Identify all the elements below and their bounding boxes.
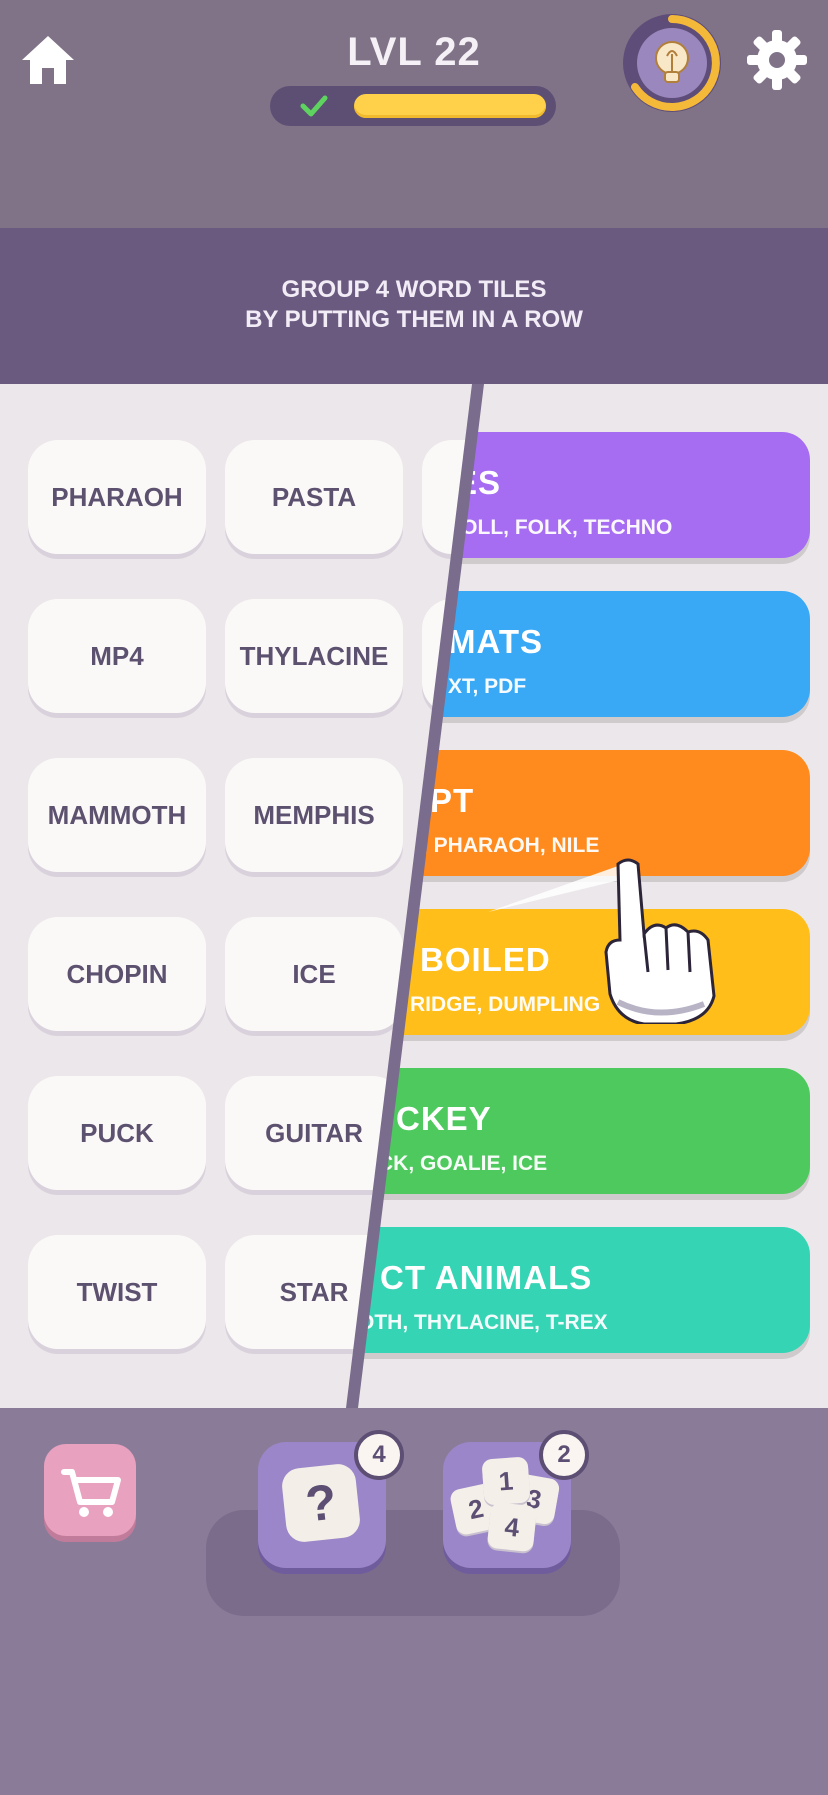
hint-bulb-inner [637,28,707,98]
check-icon [300,95,328,117]
instruction-banner: GROUP 4 WORD TILES BY PUTTING THEM IN A … [0,228,828,384]
instruction-line-2: BY PUTTING THEM IN A ROW [245,306,583,333]
bottom-bar: ? 4 2 3 1 4 2 [0,1408,828,1795]
hint-bulb-button[interactable] [623,14,721,112]
instruction-line-1: GROUP 4 WORD TILES [281,276,547,303]
shop-button[interactable] [44,1444,136,1536]
game-board: PHARAOH PASTA MP4 THYLACINE MAMMOTH MEMP… [0,384,828,1408]
split-divider [346,384,484,1408]
number-card: 1 [481,1456,531,1506]
number-card: 4 [486,1501,538,1553]
level-progress-bar [270,86,556,126]
shuffle-booster-button[interactable]: 2 3 1 4 2 [443,1430,589,1568]
top-bar: LVL 22 [0,0,828,228]
shuffle-count-badge: 2 [539,1430,589,1480]
gear-icon[interactable] [745,28,809,92]
progress-fill [354,94,546,118]
lightbulb-icon [655,41,689,83]
hint-count-badge: 4 [354,1430,404,1480]
question-card-icon: ? [280,1462,362,1544]
hint-booster-button[interactable]: ? 4 [258,1430,404,1568]
cart-icon [61,1469,121,1517]
